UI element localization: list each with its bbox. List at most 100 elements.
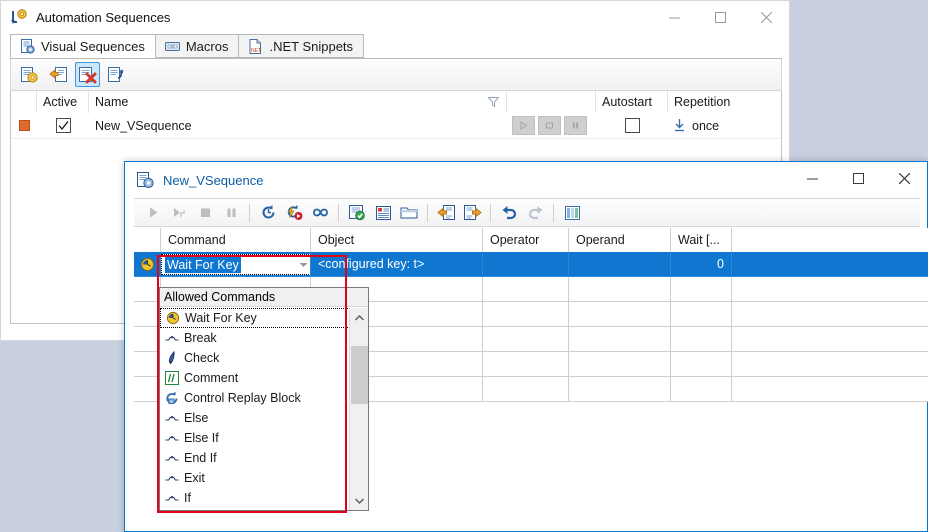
column-operand[interactable]: Operand [569, 228, 671, 252]
dropdown-item-comment[interactable]: Comment [160, 368, 350, 388]
row-operand-cell[interactable] [569, 277, 671, 302]
row-wait-cell[interactable] [671, 302, 732, 327]
column-wait[interactable]: Wait [... [671, 228, 732, 252]
row-wait-cell[interactable] [671, 277, 732, 302]
row-operator-cell[interactable] [483, 302, 569, 327]
fast-replay-button[interactable] [281, 201, 307, 225]
row-operator-cell[interactable] [483, 277, 569, 302]
row-icon-cell [134, 302, 161, 327]
column-active[interactable]: Active [37, 91, 89, 113]
run-button[interactable] [140, 201, 166, 225]
dropdown-item-else-if[interactable]: Else If [160, 428, 350, 448]
export-button[interactable] [459, 201, 485, 225]
front-close-button[interactable] [881, 162, 927, 194]
allowed-commands-dropdown[interactable]: Allowed Commands Wait For Key Break Chec [159, 287, 369, 511]
scrollbar-up-button[interactable] [350, 308, 369, 327]
row-wait-cell[interactable] [671, 377, 732, 402]
row-wait-cell[interactable]: 0 [671, 252, 732, 277]
scrollbar-down-button[interactable] [350, 491, 369, 510]
back-close-button[interactable] [743, 1, 789, 33]
row-autostart-cell[interactable] [596, 113, 668, 138]
row-operand-cell[interactable] [569, 302, 671, 327]
replay-button[interactable] [255, 201, 281, 225]
import-sequence-button[interactable] [46, 62, 71, 87]
dropdown-item-control-replay-block[interactable]: Control Replay Block [160, 388, 350, 408]
import-button[interactable] [433, 201, 459, 225]
columns-button[interactable] [559, 201, 585, 225]
properties-button[interactable] [370, 201, 396, 225]
row-operand-cell[interactable] [569, 252, 671, 277]
front-maximize-button[interactable] [835, 162, 881, 194]
chevron-down-icon[interactable] [299, 262, 308, 268]
stop-button[interactable] [192, 201, 218, 225]
scrollbar-thumb[interactable] [351, 346, 368, 404]
row-operator-cell[interactable] [483, 252, 569, 277]
back-maximize-button[interactable] [697, 1, 743, 33]
dropdown-item-else[interactable]: Else [160, 408, 350, 428]
row-pause-button[interactable] [564, 116, 587, 135]
tab-dotnet-snippets[interactable]: NET .NET Snippets [238, 34, 365, 58]
row-operator-cell[interactable] [483, 327, 569, 352]
open-folder-button[interactable] [396, 201, 422, 225]
loop-button[interactable] [307, 201, 333, 225]
row-command-cell[interactable]: Wait For Key [161, 252, 311, 277]
dropdown-item-end-if[interactable]: End If [160, 448, 350, 468]
column-repetition[interactable]: Repetition [668, 91, 781, 113]
row-stop-button[interactable] [538, 116, 561, 135]
table-row[interactable]: New_VSequence once [11, 113, 781, 139]
autostart-checkbox[interactable] [624, 118, 640, 133]
row-operand-cell[interactable] [569, 327, 671, 352]
undo-icon [502, 206, 516, 220]
row-operand-cell[interactable] [569, 352, 671, 377]
active-checkbox[interactable] [55, 118, 71, 133]
row-filler-cell [732, 327, 928, 352]
dropdown-item-wait-for-key[interactable]: Wait For Key [160, 308, 350, 328]
redo-button[interactable] [522, 201, 548, 225]
row-active-cell[interactable] [37, 113, 89, 138]
front-minimize-button[interactable] [789, 162, 835, 194]
column-name[interactable]: Name [89, 91, 507, 113]
row-operand-cell[interactable] [569, 377, 671, 402]
row-name-cell[interactable]: New_VSequence [89, 113, 507, 138]
tab-dotnet-snippets-label: .NET Snippets [269, 38, 354, 54]
dropdown-item-exit[interactable]: Exit [160, 468, 350, 488]
pause-button[interactable] [218, 201, 244, 225]
tab-macros[interactable]: Macros [154, 34, 240, 58]
row-wait-cell[interactable] [671, 327, 732, 352]
column-command[interactable]: Command [161, 228, 311, 252]
dropdown-item-label: Exit [184, 471, 205, 485]
row-operator-cell[interactable] [483, 377, 569, 402]
row-wait-cell[interactable] [671, 352, 732, 377]
row-play-button[interactable] [512, 116, 535, 135]
delete-sequence-button[interactable] [75, 62, 100, 87]
back-minimize-button[interactable] [651, 1, 697, 33]
front-window-controls [789, 162, 927, 194]
column-object[interactable]: Object [311, 228, 483, 252]
row-operator-cell[interactable] [483, 352, 569, 377]
tab-visual-sequences[interactable]: Visual Sequences [10, 34, 156, 58]
dropdown-item-check[interactable]: Check [160, 348, 350, 368]
vsequence-icon [137, 172, 154, 189]
column-autostart[interactable]: Autostart [596, 91, 668, 113]
dropdown-item-label: Break [184, 331, 217, 345]
command-combobox[interactable]: Wait For Key [161, 254, 310, 275]
edit-sequence-button[interactable] [104, 62, 129, 87]
dropdown-item-break[interactable]: Break [160, 328, 350, 348]
tab-macros-label: Macros [185, 38, 229, 54]
table-row[interactable]: Wait For Key <configured key: t> 0 [134, 252, 928, 277]
dropdown-scrollbar[interactable] [349, 308, 368, 510]
dropdown-item-if[interactable]: If [160, 488, 350, 508]
tab-visual-sequences-label: Visual Sequences [41, 38, 145, 54]
row-object-cell[interactable]: <configured key: t> [311, 252, 483, 277]
import-sequence-icon [49, 67, 67, 82]
validate-button[interactable] [344, 201, 370, 225]
step-button[interactable] [166, 201, 192, 225]
new-sequence-button[interactable] [17, 62, 42, 87]
front-window-titlebar: New_VSequence [125, 162, 927, 198]
undo-button[interactable] [496, 201, 522, 225]
filter-icon[interactable] [488, 97, 499, 107]
row-repetition-cell[interactable]: once [668, 113, 781, 138]
chevron-up-icon [355, 314, 364, 320]
column-operator[interactable]: Operator [483, 228, 569, 252]
column-status[interactable] [11, 91, 37, 113]
